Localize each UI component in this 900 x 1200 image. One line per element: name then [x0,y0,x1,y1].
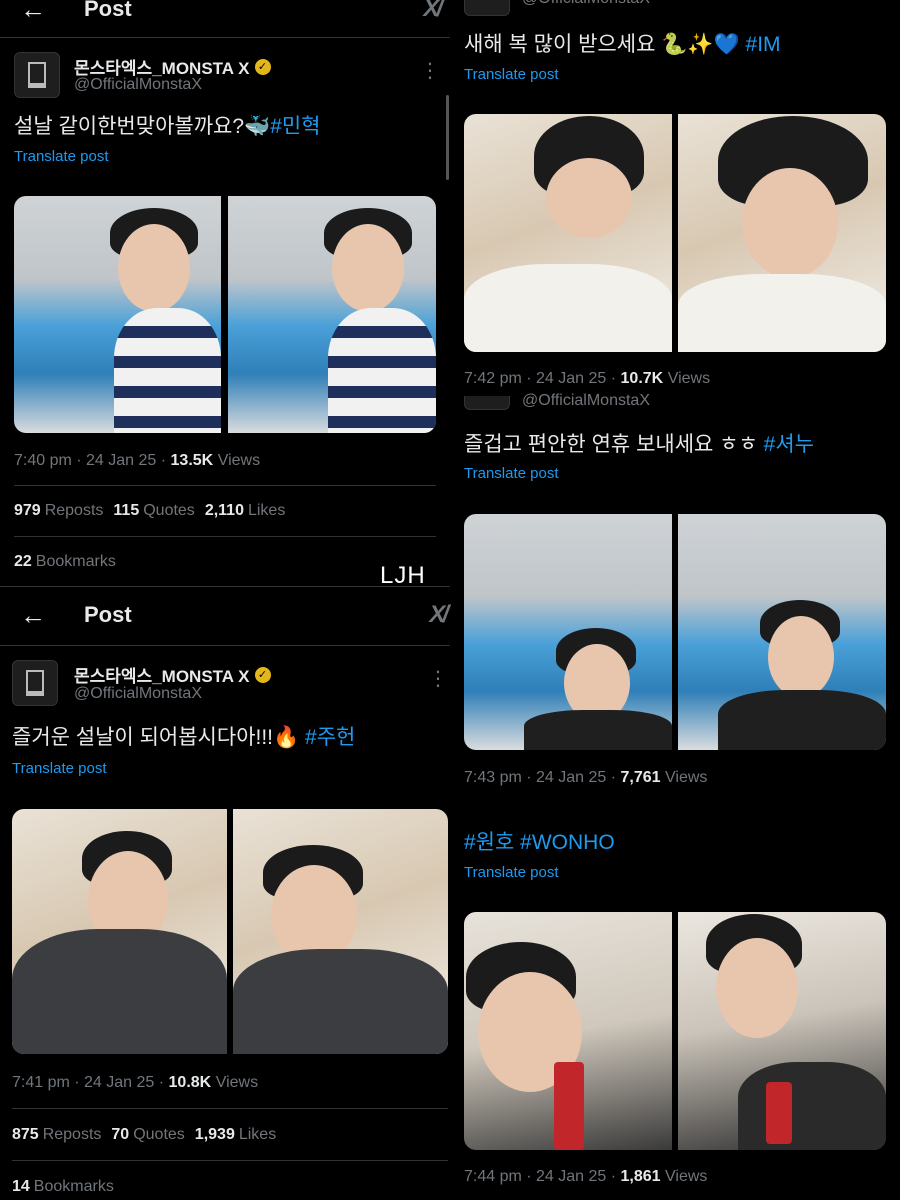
page-title: Post [84,0,132,21]
divider [14,485,436,486]
tweet-text: #원호 #WONHO [464,826,615,856]
watermark: LJH [380,562,426,589]
verified-badge-icon: ✓ [254,58,271,75]
reposts-stat[interactable]: 979 Reposts [14,502,103,520]
engagement-stats: 875 Reposts 70 Quotes 1,939 Likes [12,1126,276,1144]
tweet-text: 즐겁고 편안한 연휴 보내세요 ㅎㅎ #셔누 [464,433,814,456]
quotes-stat[interactable]: 70 Quotes [111,1126,184,1144]
translate-post-link[interactable]: Translate post [464,465,559,482]
x-logo-icon: X/ [423,0,443,22]
account-handle[interactable]: @OfficialMonstaX [522,392,650,410]
divider [14,536,436,537]
likes-stat[interactable]: 2,110 Likes [205,502,286,520]
tweet-photo[interactable] [12,809,227,1054]
tweet-photo[interactable] [14,196,221,433]
tweet-photo[interactable] [678,912,886,1150]
bookmarks-stat[interactable]: 22 Bookmarks [14,553,116,571]
post-timestamp[interactable]: 7:40 pm · 24 Jan 25 · 13.5K Views [14,452,260,470]
hashtag-link[interactable]: #주헌 [305,726,355,749]
avatar[interactable] [464,396,510,410]
post-timestamp[interactable]: 7:41 pm · 24 Jan 25 · 10.8K Views [12,1074,258,1092]
hashtag-link[interactable]: #IM [746,33,781,56]
avatar[interactable] [14,52,60,98]
quotes-stat[interactable]: 115 Quotes [113,502,194,520]
tweet-text: 즐거운 설날이 되어봅시다아!!!🔥 #주헌 [12,726,356,749]
reposts-stat[interactable]: 875 Reposts [12,1126,101,1144]
likes-stat[interactable]: 1,939 Likes [195,1126,276,1144]
hashtag-link[interactable]: #셔누 [764,433,814,456]
bookmarks-stat[interactable]: 14 Bookmarks [12,1178,114,1196]
tweet-text: 설날 같이한번맞아볼까요?🐳#민혁 [14,115,321,138]
top-bar-2: ← Post X/ [20,598,449,632]
account-handle[interactable]: @OfficialMonstaX [74,685,202,703]
tweet-photo[interactable] [678,514,886,750]
translate-post-link[interactable]: Translate post [464,864,559,881]
tweet-photo[interactable] [233,809,448,1054]
divider [0,645,450,646]
back-arrow-icon[interactable]: ← [20,600,46,631]
divider [12,1108,448,1109]
divider [0,37,450,38]
scrollbar[interactable] [446,95,449,180]
post-timestamp[interactable]: 7:42 pm · 24 Jan 25 · 10.7K Views [464,370,710,388]
tweet-photo[interactable] [464,912,672,1150]
back-arrow-icon[interactable]: ← [20,0,46,25]
account-name[interactable]: 몬스타엑스_MONSTA X ✓ [74,662,271,687]
tweet-photo[interactable] [464,514,672,750]
translate-post-link[interactable]: Translate post [464,66,559,83]
hashtag-link[interactable]: #원호 #WONHO [464,831,615,854]
account-handle[interactable]: @OfficialMonstaX [522,0,650,8]
divider [12,1160,448,1161]
more-options-icon[interactable]: ⋮ [420,58,440,83]
verified-badge-icon: ✓ [254,666,271,683]
translate-post-link[interactable]: Translate post [12,760,107,777]
top-bar-1: ← Post X/ [20,0,443,26]
more-options-icon[interactable]: ⋮ [428,666,448,691]
x-logo-icon: X/ [429,601,449,628]
tweet-photo[interactable] [678,114,886,352]
account-handle[interactable]: @OfficialMonstaX [74,76,202,94]
hashtag-link[interactable]: #민혁 [270,115,320,138]
page-title: Post [84,602,132,627]
post-timestamp[interactable]: 7:44 pm · 24 Jan 25 · 1,861 Views [464,1168,707,1186]
avatar[interactable] [464,0,510,16]
engagement-stats: 979 Reposts 115 Quotes 2,110 Likes [14,502,285,520]
tweet-photo[interactable] [228,196,436,433]
post-timestamp[interactable]: 7:43 pm · 24 Jan 25 · 7,761 Views [464,769,707,787]
avatar[interactable] [12,660,58,706]
tweet-text: 새해 복 많이 받으세요 🐍✨💙 #IM [464,33,781,56]
translate-post-link[interactable]: Translate post [14,148,109,165]
tweet-photo[interactable] [464,114,672,352]
